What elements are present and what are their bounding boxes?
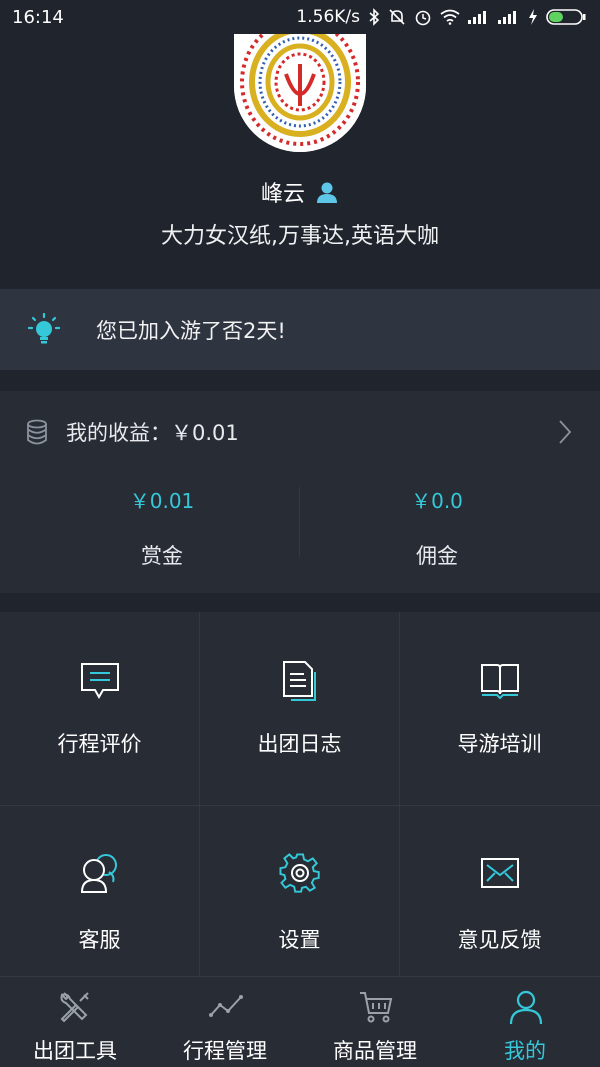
avatar-image bbox=[234, 34, 366, 152]
envelope-icon bbox=[481, 858, 519, 888]
trend-icon bbox=[209, 995, 243, 1017]
charging-icon bbox=[529, 9, 537, 25]
status-indicators: 1.56K/s bbox=[296, 7, 586, 27]
tab-products[interactable]: 商品管理 bbox=[300, 977, 450, 1067]
status-bar: 16:14 1.56K/s bbox=[0, 0, 600, 34]
menu-item-feedback[interactable]: 意见反馈 bbox=[400, 806, 599, 999]
menu-item-label: 行程评价 bbox=[57, 732, 142, 756]
tools-icon bbox=[60, 992, 89, 1023]
comment-icon bbox=[81, 663, 119, 700]
reward-summary[interactable]: ￥0.01 赏金 bbox=[12, 473, 312, 593]
join-days-text: 您已加入游了否2天! bbox=[96, 318, 286, 343]
mute-icon bbox=[389, 9, 405, 25]
person-badge-icon bbox=[317, 182, 337, 203]
lightbulb-icon bbox=[28, 312, 60, 343]
tab-label: 商品管理 bbox=[333, 1039, 417, 1063]
document-icon bbox=[283, 661, 316, 701]
network-speed: 1.56K/s bbox=[296, 7, 360, 27]
chevron-right-icon bbox=[559, 420, 572, 444]
tab-label: 我的 bbox=[504, 1039, 546, 1063]
earnings-panel: 我的收益：￥0.01 ￥0.01 赏金 ￥0.0 佣金 bbox=[0, 391, 600, 593]
cart-icon bbox=[360, 992, 393, 1023]
status-time: 16:14 bbox=[12, 6, 64, 28]
wifi-icon bbox=[440, 9, 460, 25]
tab-label: 行程管理 bbox=[183, 1039, 267, 1063]
profile-bio: 大力女汉纸,万事达,英语大咖 bbox=[161, 224, 439, 249]
menu-item-label: 客服 bbox=[78, 928, 121, 952]
signal-icon bbox=[468, 11, 486, 24]
commission-summary[interactable]: ￥0.0 佣金 bbox=[287, 473, 587, 593]
menu-item-trip-review[interactable]: 行程评价 bbox=[0, 612, 199, 805]
tab-tour-tools[interactable]: 出团工具 bbox=[0, 977, 150, 1067]
profile-name: 峰云 bbox=[260, 182, 305, 207]
profile-header: 峰云 大力女汉纸,万事达,英语大咖 bbox=[0, 34, 600, 268]
book-icon bbox=[481, 664, 519, 700]
gear-icon bbox=[279, 853, 320, 893]
menu-item-customer-service[interactable]: 客服 bbox=[0, 806, 199, 999]
bluetooth-icon bbox=[369, 8, 380, 26]
customer-service-icon bbox=[80, 854, 117, 893]
menu-item-guide-training[interactable]: 导游培训 bbox=[400, 612, 599, 805]
avatar[interactable] bbox=[234, 34, 366, 152]
menu-item-label: 意见反馈 bbox=[457, 928, 542, 952]
feature-grid: 行程评价 出团日志 导游培训 客服 设置 意见反馈 bbox=[0, 612, 600, 976]
reward-amount: ￥0.01 bbox=[129, 489, 195, 513]
commission-amount: ￥0.0 bbox=[411, 489, 463, 513]
earnings-header[interactable]: 我的收益：￥0.01 bbox=[0, 391, 600, 473]
tab-mine[interactable]: 我的 bbox=[450, 977, 600, 1067]
menu-item-settings[interactable]: 设置 bbox=[200, 806, 399, 999]
battery-icon bbox=[546, 9, 586, 25]
person-icon bbox=[509, 990, 543, 1025]
bottom-tab-bar: 出团工具 行程管理 商品管理 我的 bbox=[0, 976, 600, 1067]
tab-label: 出团工具 bbox=[33, 1039, 117, 1063]
tab-itinerary[interactable]: 行程管理 bbox=[150, 977, 300, 1067]
alarm-icon bbox=[415, 10, 431, 26]
menu-item-label: 设置 bbox=[278, 928, 321, 952]
database-icon bbox=[27, 419, 47, 445]
commission-label: 佣金 bbox=[416, 544, 458, 568]
signal-icon-2 bbox=[498, 11, 516, 24]
join-days-banner: 您已加入游了否2天! bbox=[0, 289, 600, 370]
profile-name-row: 峰云 bbox=[0, 176, 600, 208]
earnings-title: 我的收益：￥0.01 bbox=[66, 421, 239, 445]
menu-item-tour-log[interactable]: 出团日志 bbox=[200, 612, 399, 805]
menu-item-label: 导游培训 bbox=[457, 732, 542, 756]
menu-item-label: 出团日志 bbox=[257, 732, 342, 756]
reward-label: 赏金 bbox=[141, 544, 183, 568]
